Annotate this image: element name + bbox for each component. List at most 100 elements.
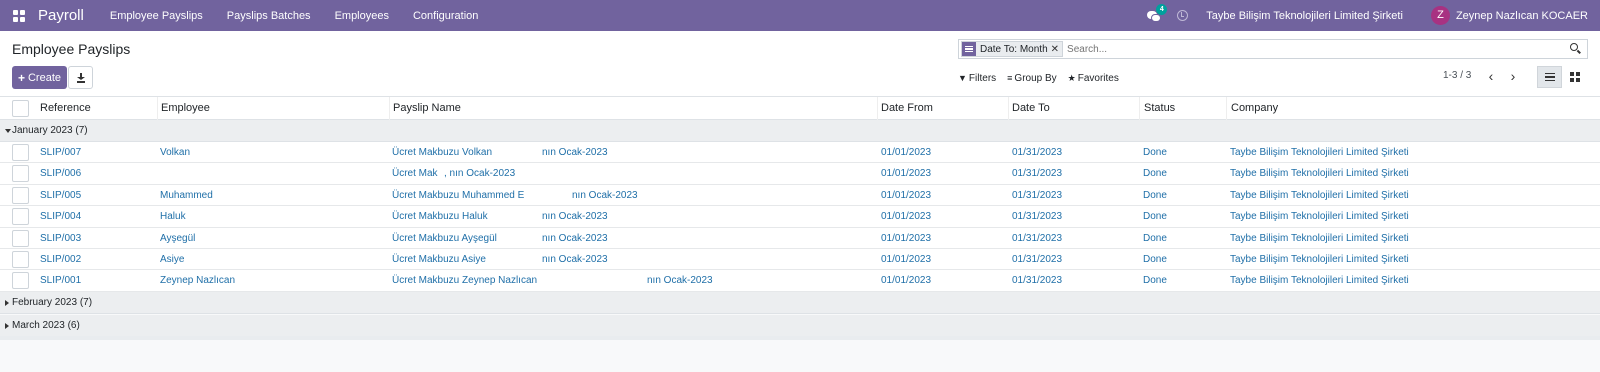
cell-date-to: 01/31/2023 bbox=[1012, 189, 1063, 201]
cell-payslip-name: Ücret Makbuzu Haluk bbox=[392, 211, 488, 223]
group-march-2023[interactable]: March 2023 (6) bbox=[0, 314, 1600, 337]
cell-payslip-name-tail: nın Ocak-2023 bbox=[572, 189, 638, 201]
table-row[interactable]: SLIP/001 Zeynep Nazlıcan Ücret Makbuzu Zey… bbox=[0, 270, 1600, 292]
cell-reference: SLIP/007 bbox=[40, 147, 82, 158]
column-company[interactable]: Company bbox=[1231, 97, 1591, 120]
cell-employee: Volkan bbox=[160, 147, 191, 158]
search-input[interactable] bbox=[1067, 43, 1566, 55]
column-date-from[interactable]: Date From bbox=[881, 97, 1009, 120]
create-button-label: Create bbox=[27, 71, 62, 84]
cell-company: Taybe Bilişim Teknolojileri Limited Şirk… bbox=[1230, 211, 1409, 223]
row-checkbox[interactable] bbox=[12, 165, 29, 183]
top-navbar: Payroll Employee Payslips Payslips Batch… bbox=[0, 0, 1600, 31]
filters-label: Filters bbox=[968, 72, 997, 84]
payslip-list: Reference Employee Payslip Name Date Fro… bbox=[0, 97, 1600, 337]
favorites-button[interactable]: ★ Favorites bbox=[1068, 73, 1119, 84]
filters-button[interactable]: ▼ Filters bbox=[958, 73, 996, 84]
search-facet: Date To: Month ✕ bbox=[961, 41, 1064, 57]
cell-reference: SLIP/006 bbox=[40, 168, 82, 180]
table-row[interactable]: SLIP/006 Ücret Mak 01/01/2023 01/31/2023 Don… bbox=[0, 163, 1600, 185]
table-row[interactable]: SLIP/007 Volkan Ücret Makbuzu Volkan 01/01/… bbox=[0, 142, 1600, 164]
column-date-to[interactable]: Date To bbox=[1012, 97, 1140, 120]
cell-reference: SLIP/003 bbox=[40, 232, 82, 244]
cell-reference: SLIP/002 bbox=[40, 253, 82, 265]
kanban-view-button[interactable] bbox=[1562, 66, 1587, 88]
row-checkbox[interactable] bbox=[12, 208, 29, 226]
facet-value: Date To: Month bbox=[980, 43, 1048, 55]
list-view-button[interactable] bbox=[1537, 66, 1562, 88]
funnel-icon: ▼ bbox=[958, 73, 967, 83]
cell-payslip-name: Ücret Makbuzu Asiye bbox=[392, 253, 486, 265]
group-by-button[interactable]: ≡ Group By bbox=[1007, 73, 1057, 84]
pager-previous-icon[interactable]: ‹ bbox=[1484, 69, 1498, 85]
caret-right-icon bbox=[5, 322, 9, 329]
cell-company: Taybe Bilişim Teknolojileri Limited Şirk… bbox=[1230, 232, 1409, 244]
row-checkbox[interactable] bbox=[12, 272, 29, 290]
cell-date-to: 01/31/2023 bbox=[1012, 275, 1063, 287]
page-title: Employee Payslips bbox=[12, 41, 131, 57]
row-checkbox[interactable] bbox=[12, 229, 29, 247]
app-name[interactable]: Payroll bbox=[38, 7, 84, 24]
apps-menu-icon[interactable] bbox=[13, 9, 25, 22]
search-bar: Date To: Month ✕ bbox=[958, 39, 1588, 59]
menu-payslips-batches[interactable]: Payslips Batches bbox=[227, 10, 311, 22]
cell-status: Done bbox=[1143, 232, 1167, 244]
cell-payslip-name-tail: nın Ocak-2023 bbox=[542, 147, 608, 158]
row-checkbox[interactable] bbox=[12, 186, 29, 204]
cell-employee: Haluk bbox=[160, 211, 186, 223]
table-row[interactable]: SLIP/002 Asiye Ücret Makbuzu Asiye 01/01/20… bbox=[0, 248, 1600, 271]
cell-payslip-name-tail: nın Ocak-2023 bbox=[542, 253, 608, 265]
column-status[interactable]: Status bbox=[1144, 97, 1227, 120]
caret-right-icon bbox=[5, 299, 9, 306]
cell-status: Done bbox=[1143, 189, 1167, 201]
row-checkbox[interactable] bbox=[12, 250, 29, 268]
group-label: March 2023 (6) bbox=[12, 319, 80, 331]
user-menu[interactable]: Zeynep Nazlıcan KOCAER bbox=[1456, 10, 1588, 22]
menu-configuration[interactable]: Configuration bbox=[413, 10, 478, 22]
cell-status: Done bbox=[1143, 253, 1167, 265]
column-employee[interactable]: Employee bbox=[161, 97, 390, 120]
messaging-icon[interactable]: 4 bbox=[1147, 3, 1168, 22]
cell-date-from: 01/01/2023 bbox=[881, 168, 932, 180]
cell-company: Taybe Bilişim Teknolojileri Limited Şirk… bbox=[1230, 253, 1409, 265]
table-row[interactable]: SLIP/005 Muhammed Ücret Makbuzu Muhammed E… bbox=[0, 184, 1600, 207]
cell-date-from: 01/01/2023 bbox=[881, 275, 932, 287]
cell-company: Taybe Bilişim Teknolojileri Limited Şirk… bbox=[1230, 275, 1409, 287]
create-button[interactable]: + Create bbox=[12, 66, 67, 89]
cell-reference: SLIP/001 bbox=[40, 275, 82, 287]
facet-remove-icon[interactable]: ✕ bbox=[1051, 44, 1059, 55]
company-switcher[interactable]: Taybe Bilişim Teknolojileri Limited Şirk… bbox=[1206, 10, 1403, 22]
row-checkbox[interactable] bbox=[12, 144, 29, 161]
view-switcher bbox=[1537, 66, 1587, 88]
group-january-2023[interactable]: January 2023 (7) bbox=[0, 120, 1600, 142]
column-reference[interactable]: Reference bbox=[40, 97, 158, 120]
menu-employee-payslips[interactable]: Employee Payslips bbox=[110, 10, 203, 22]
pager-value[interactable]: 1-3 / 3 bbox=[1443, 70, 1471, 81]
cell-company: Taybe Bilişim Teknolojileri Limited Şirk… bbox=[1230, 189, 1409, 201]
cell-employee: Muhammed bbox=[160, 189, 213, 201]
empty-area bbox=[0, 340, 1600, 372]
cell-reference: SLIP/004 bbox=[40, 211, 82, 223]
cell-status: Done bbox=[1143, 275, 1167, 287]
messaging-badge: 4 bbox=[1156, 3, 1168, 15]
group-by-label: Group By bbox=[1014, 72, 1057, 84]
search-icon[interactable] bbox=[1566, 40, 1584, 58]
cell-status: Done bbox=[1143, 168, 1167, 180]
pager-next-icon[interactable]: › bbox=[1506, 69, 1520, 85]
activity-clock-icon[interactable] bbox=[1177, 10, 1189, 21]
cell-payslip-name: Ücret Makbuzu Ayşegül bbox=[392, 232, 497, 244]
user-avatar[interactable]: Z bbox=[1430, 6, 1450, 25]
group-february-2023[interactable]: February 2023 (7) bbox=[0, 291, 1600, 314]
cell-reference: SLIP/005 bbox=[40, 189, 82, 201]
table-row[interactable]: SLIP/003 Ayşegül Ücret Makbuzu Ayşegül 01/0… bbox=[0, 227, 1600, 249]
select-all-checkbox[interactable] bbox=[12, 100, 29, 117]
cell-company: Taybe Bilişim Teknolojileri Limited Şirk… bbox=[1230, 168, 1409, 180]
cell-date-to: 01/31/2023 bbox=[1012, 253, 1063, 265]
cell-payslip-name: Ücret Mak bbox=[392, 168, 438, 180]
filter-facet-icon bbox=[962, 42, 976, 56]
export-button[interactable] bbox=[68, 66, 93, 89]
cell-company: Taybe Bilişim Teknolojileri Limited Şirk… bbox=[1230, 147, 1409, 158]
table-row[interactable]: SLIP/004 Haluk Ücret Makbuzu Haluk 01/01/20… bbox=[0, 206, 1600, 228]
column-payslip-name[interactable]: Payslip Name bbox=[393, 97, 878, 120]
menu-employees[interactable]: Employees bbox=[335, 10, 389, 22]
